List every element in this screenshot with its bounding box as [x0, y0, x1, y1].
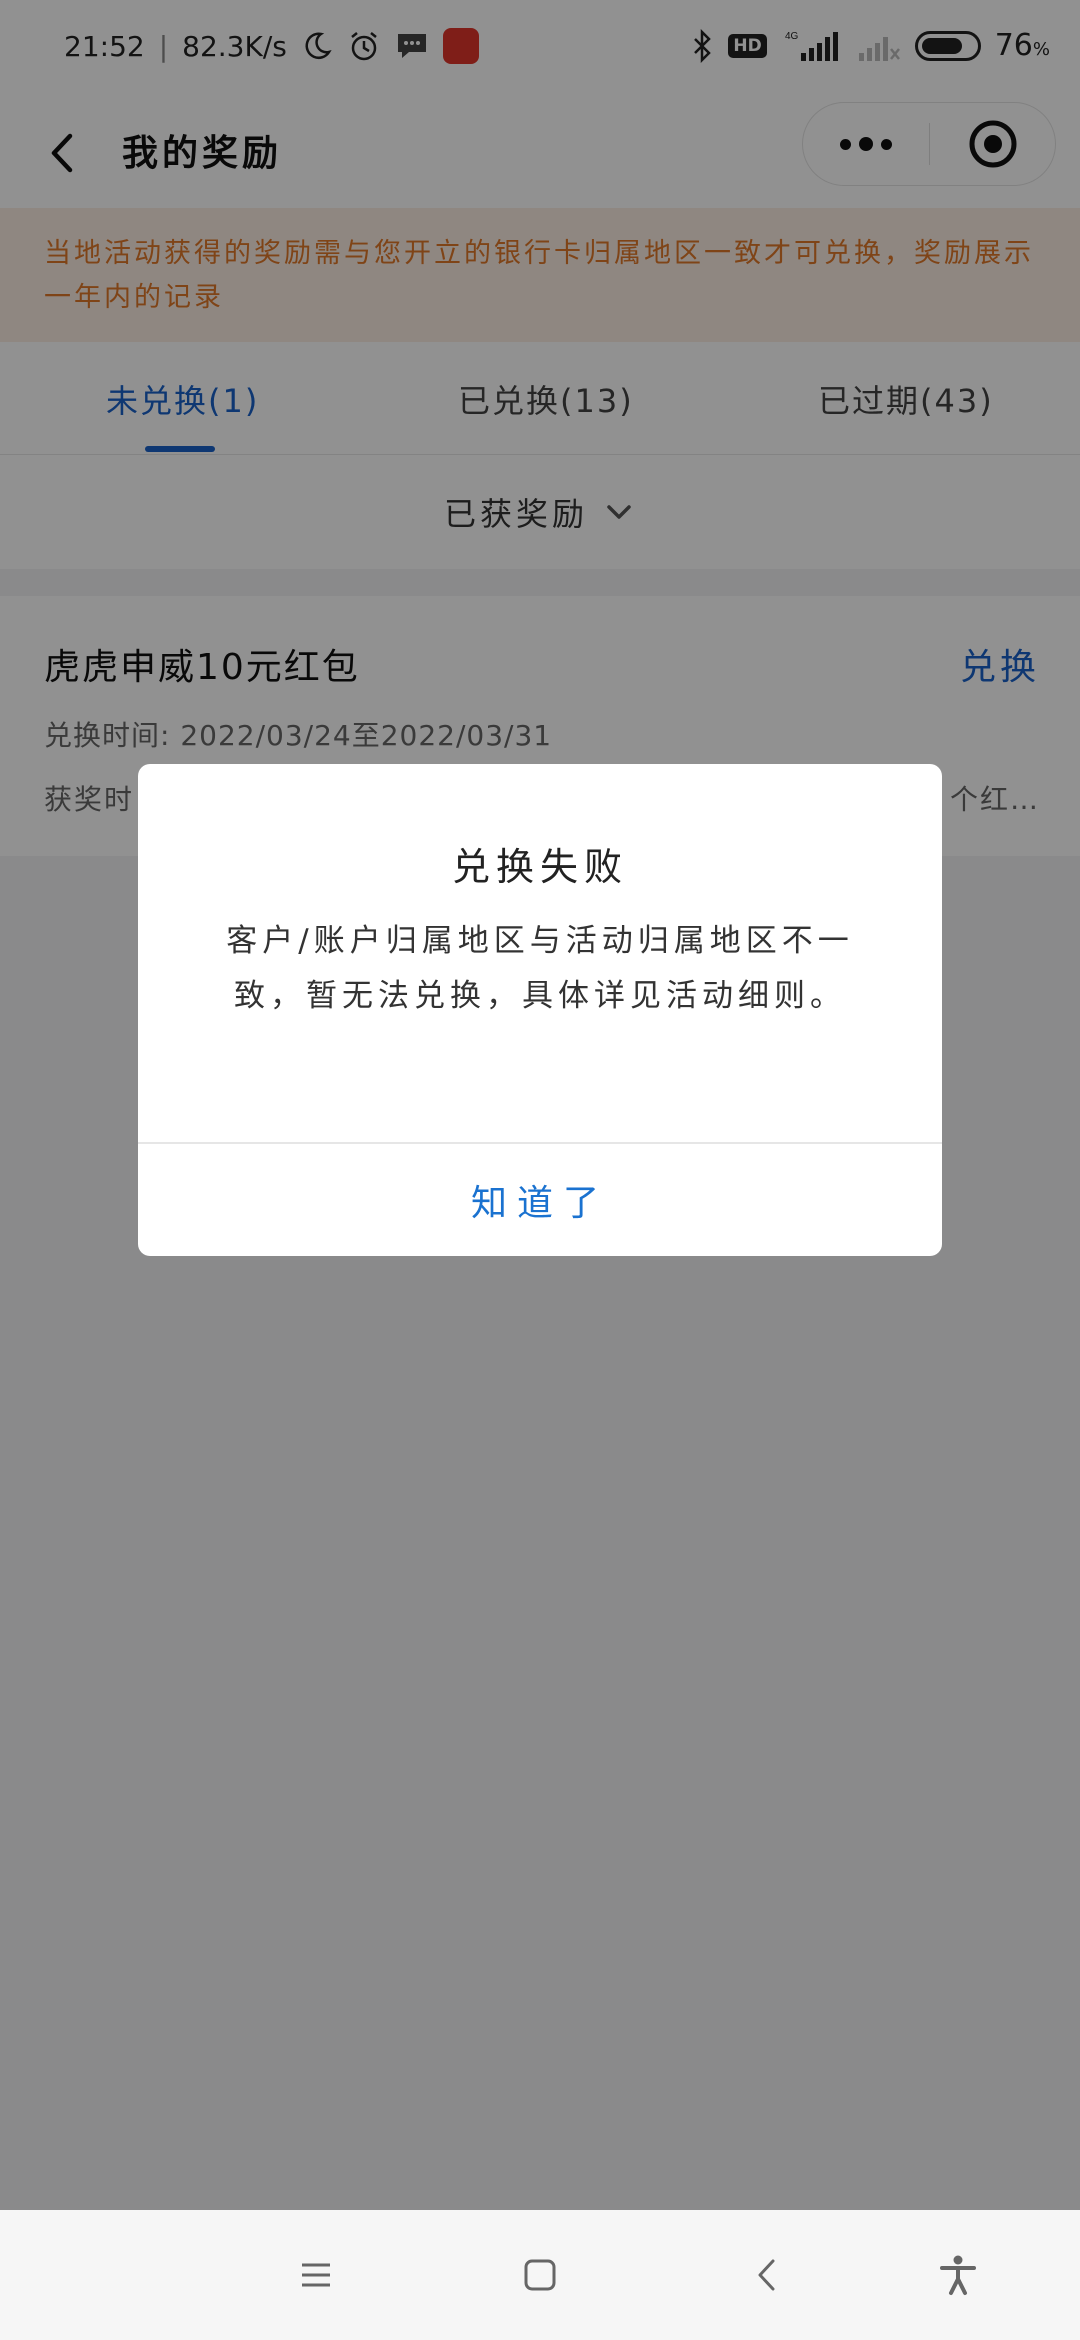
- dialog-message: 客户/账户归属地区与活动归属地区不一致，暂无法兑换，具体详见活动细则。: [226, 923, 854, 1014]
- menu-button[interactable]: [286, 2245, 346, 2305]
- square-icon: [524, 2259, 556, 2291]
- dialog-confirm-button[interactable]: 知道了: [138, 1144, 942, 1256]
- home-button[interactable]: [510, 2245, 570, 2305]
- redeem-failed-dialog: 兑换失败 客户/账户归属地区与活动归属地区不一致，暂无法兑换，具体详见活动细则。…: [138, 764, 942, 1256]
- dialog-title: 兑换失败: [451, 845, 628, 889]
- accessibility-icon: [940, 2255, 976, 2295]
- back-arrow-icon: [758, 2259, 775, 2291]
- menu-icon: [302, 2263, 330, 2287]
- system-back-button[interactable]: [738, 2245, 798, 2305]
- system-navigation-bar: [0, 2210, 1080, 2340]
- accessibility-button[interactable]: [928, 2245, 988, 2305]
